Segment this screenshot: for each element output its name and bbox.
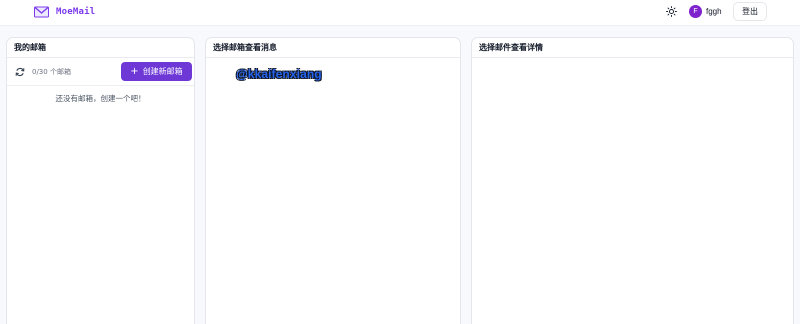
detail-panel-title: 选择邮件查看详情 <box>472 38 793 58</box>
mailbox-count: 0/30 个邮箱 <box>32 68 71 76</box>
user-menu[interactable]: F fggh <box>689 4 722 18</box>
mailbox-panel: 我的邮箱 0/30 个邮箱 + 创建新邮箱 还没有邮箱，创建一个吧！ <box>6 37 195 324</box>
logout-button[interactable]: 登出 <box>733 2 767 21</box>
empty-mailbox-text: 还没有邮箱，创建一个吧！ <box>55 94 146 103</box>
sun-icon <box>665 5 677 17</box>
app-name: MoeMail <box>56 7 96 17</box>
theme-toggle-button[interactable] <box>664 4 678 18</box>
mailbox-panel-title: 我的邮箱 <box>7 38 194 58</box>
message-panel-title: 选择邮箱查看消息 <box>206 38 460 58</box>
message-panel: 选择邮箱查看消息 @kkaifenxiang <box>205 37 461 324</box>
username: fggh <box>706 6 722 16</box>
mailbox-toolbar: 0/30 个邮箱 + 创建新邮箱 <box>7 58 194 86</box>
app-logo[interactable]: MoeMail <box>34 5 95 19</box>
watermark-text: @kkaifenxiang <box>236 67 322 81</box>
refresh-icon[interactable] <box>15 67 25 77</box>
mail-logo-icon <box>34 6 49 18</box>
top-header: MoeMail F fggh 登出 <box>0 0 800 26</box>
create-mailbox-label: 创建新邮箱 <box>142 67 183 76</box>
detail-panel: 选择邮件查看详情 <box>471 37 794 324</box>
avatar: F <box>689 4 702 18</box>
create-mailbox-button[interactable]: + 创建新邮箱 <box>121 62 192 81</box>
plus-icon: + <box>130 65 139 77</box>
